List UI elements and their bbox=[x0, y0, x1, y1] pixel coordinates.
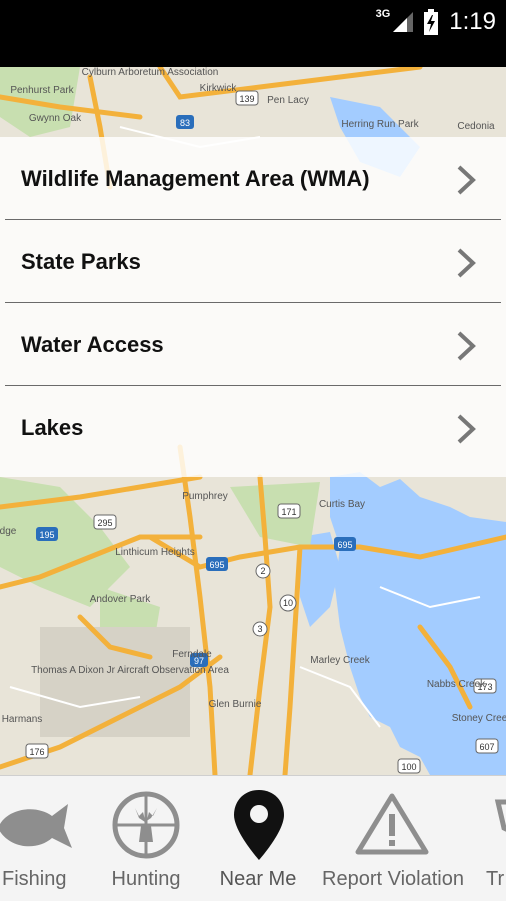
fish-icon bbox=[0, 804, 72, 848]
svg-text:Kirkwick: Kirkwick bbox=[200, 83, 238, 94]
svg-text:607: 607 bbox=[479, 742, 494, 752]
svg-text:Harmans: Harmans bbox=[2, 714, 43, 725]
svg-text:100: 100 bbox=[401, 762, 416, 772]
svg-text:Herring Run Park: Herring Run Park bbox=[341, 119, 419, 130]
svg-text:83: 83 bbox=[180, 118, 190, 128]
svg-text:3: 3 bbox=[257, 624, 262, 634]
svg-text:Gwynn Oak: Gwynn Oak bbox=[29, 113, 82, 124]
highway-shield: 100 bbox=[397, 758, 421, 774]
tab-label: Near Me bbox=[219, 868, 297, 890]
chevron-right-icon bbox=[457, 414, 476, 444]
svg-text:Andover Park: Andover Park bbox=[90, 594, 152, 605]
svg-text:Cylburn Arboretum Association: Cylburn Arboretum Association bbox=[82, 67, 219, 78]
svg-text:Pumphrey: Pumphrey bbox=[182, 491, 228, 502]
highway-shield: 83 bbox=[176, 115, 194, 129]
tab-label: Report Violation bbox=[322, 868, 464, 890]
svg-text:2: 2 bbox=[260, 566, 265, 576]
svg-text:695: 695 bbox=[209, 560, 224, 570]
svg-text:10: 10 bbox=[283, 598, 293, 608]
list-item-label: Lakes bbox=[21, 415, 84, 440]
deer-crosshair-icon bbox=[112, 791, 180, 859]
svg-text:Curtis Bay: Curtis Bay bbox=[319, 499, 365, 510]
list-item-lakes[interactable]: Lakes bbox=[5, 386, 501, 468]
svg-text:Ferndale: Ferndale bbox=[172, 649, 212, 660]
highway-shield: 695 bbox=[206, 557, 228, 571]
map-pin-icon bbox=[234, 790, 284, 860]
list-item-wma[interactable]: Wildlife Management Area (WMA) bbox=[5, 137, 501, 220]
tab-label: Fishing bbox=[2, 868, 67, 890]
status-time: 1:19 bbox=[449, 8, 496, 35]
list-item-label: State Parks bbox=[21, 249, 141, 274]
partial-icon bbox=[494, 799, 506, 832]
svg-text:Nabbs Creek: Nabbs Creek bbox=[427, 679, 486, 690]
highway-shield: 139 bbox=[235, 90, 259, 106]
highway-shield: 695 bbox=[334, 537, 356, 551]
status-icons: 3G 1:19 bbox=[376, 8, 496, 36]
chevron-right-icon bbox=[457, 165, 476, 195]
svg-text:176: 176 bbox=[29, 747, 44, 757]
list-item-water-access[interactable]: Water Access bbox=[5, 303, 501, 386]
tab-partial[interactable]: Tr bbox=[480, 776, 506, 901]
svg-text:Cedonia: Cedonia bbox=[457, 121, 495, 132]
highway-shield: 171 bbox=[277, 503, 301, 519]
svg-text:Linthicum Heights: Linthicum Heights bbox=[115, 547, 194, 558]
list-item-label: Wildlife Management Area (WMA) bbox=[21, 166, 370, 191]
svg-text:Thomas A Dixon Jr Aircraft Obs: Thomas A Dixon Jr Aircraft Observation A… bbox=[31, 665, 229, 676]
chevron-right-icon bbox=[457, 331, 476, 361]
list-item-state-parks[interactable]: State Parks bbox=[5, 220, 501, 303]
highway-shield: 195 bbox=[36, 527, 58, 541]
svg-text:295: 295 bbox=[97, 518, 112, 528]
svg-text:Glen Burnie: Glen Burnie bbox=[209, 699, 262, 710]
water-body bbox=[330, 472, 506, 775]
status-bar: 3G 1:19 bbox=[0, 0, 506, 67]
park-area bbox=[230, 482, 320, 547]
warning-icon bbox=[355, 793, 429, 855]
svg-text:dge: dge bbox=[0, 526, 17, 537]
highway-shield: 2 bbox=[255, 563, 271, 579]
svg-text:695: 695 bbox=[337, 540, 352, 550]
highway-shield: 295 bbox=[93, 514, 117, 530]
tab-hunting[interactable]: Hunting bbox=[104, 776, 188, 901]
highway-shield: 607 bbox=[475, 738, 499, 754]
battery-icon bbox=[424, 9, 439, 35]
svg-text:195: 195 bbox=[39, 530, 54, 540]
svg-text:Stoney Creek: Stoney Creek bbox=[452, 713, 506, 724]
highway-shield: 3 bbox=[252, 621, 268, 637]
svg-text:171: 171 bbox=[281, 507, 296, 517]
highway-shield: 10 bbox=[279, 594, 297, 612]
tab-label: Hunting bbox=[111, 868, 181, 890]
list-item-label: Water Access bbox=[21, 332, 164, 357]
svg-text:Pen Lacy: Pen Lacy bbox=[267, 95, 309, 106]
svg-text:139: 139 bbox=[239, 94, 254, 104]
bottom-tab-bar: Fishing Hunting Near Me Report Violation… bbox=[0, 775, 506, 901]
highway-shield: 176 bbox=[25, 743, 49, 759]
tab-fishing[interactable]: Fishing bbox=[0, 776, 80, 901]
network-type: 3G bbox=[375, 8, 391, 20]
tab-near-me[interactable]: Near Me bbox=[212, 776, 304, 901]
svg-text:Marley Creek: Marley Creek bbox=[310, 655, 370, 666]
tab-report-violation[interactable]: Report Violation bbox=[312, 776, 474, 901]
category-list: Wildlife Management Area (WMA) State Par… bbox=[0, 137, 506, 477]
chevron-right-icon bbox=[457, 248, 476, 278]
svg-text:Penhurst Park: Penhurst Park bbox=[10, 85, 74, 96]
signal-icon bbox=[393, 12, 414, 32]
tab-label: Tr bbox=[486, 868, 505, 890]
